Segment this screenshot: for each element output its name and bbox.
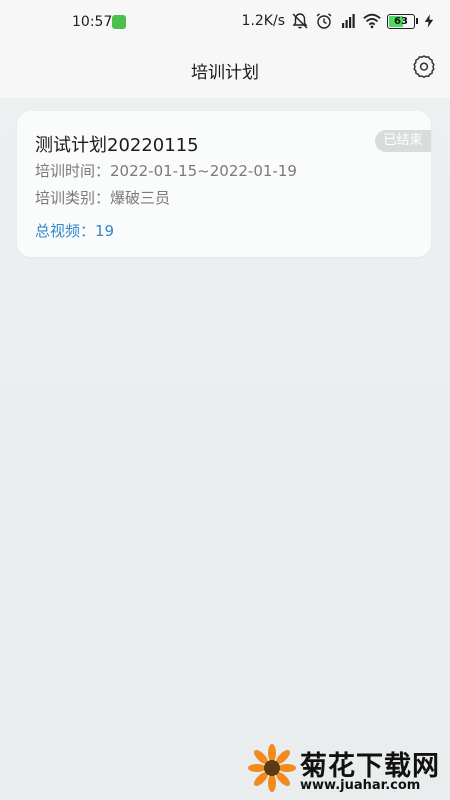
battery-level: 63 bbox=[394, 15, 408, 27]
app-header: 培训计划 bbox=[0, 44, 450, 98]
battery-icon: 63 bbox=[387, 13, 415, 29]
plan-date: 培训时间：2022-01-15~2022-01-19 bbox=[35, 162, 297, 180]
watermark-url: www.juahar.com bbox=[300, 778, 421, 793]
gear-icon[interactable] bbox=[412, 54, 436, 78]
status-time: 10:57 bbox=[72, 14, 113, 30]
status-badge: 已结束 bbox=[375, 130, 431, 152]
plan-video-count[interactable]: 总视频：19 bbox=[35, 220, 114, 241]
watermark: 菊花下载网 www.juahar.com bbox=[248, 742, 450, 800]
flower-logo-icon bbox=[248, 744, 296, 792]
charging-icon bbox=[424, 14, 434, 28]
alarm-icon bbox=[316, 13, 332, 29]
plan-title: 测试计划20220115 bbox=[35, 135, 199, 156]
status-icons: 1.2K/s 63 bbox=[242, 12, 434, 30]
network-speed: 1.2K/s bbox=[241, 13, 285, 29]
app-notification-icon bbox=[112, 15, 126, 29]
plan-category: 培训类别：爆破三员 bbox=[35, 189, 171, 207]
plan-card[interactable]: 测试计划20220115 已结束 培训时间：2022-01-15~2022-01… bbox=[17, 111, 431, 257]
mute-bell-icon bbox=[292, 13, 308, 29]
battery-tip bbox=[416, 18, 418, 24]
hd-signal-icon bbox=[342, 14, 355, 28]
status-bar: 10:57 1.2K/s 63 bbox=[0, 0, 450, 44]
page-title: 培训计划 bbox=[191, 63, 259, 83]
wifi-icon bbox=[363, 13, 381, 29]
